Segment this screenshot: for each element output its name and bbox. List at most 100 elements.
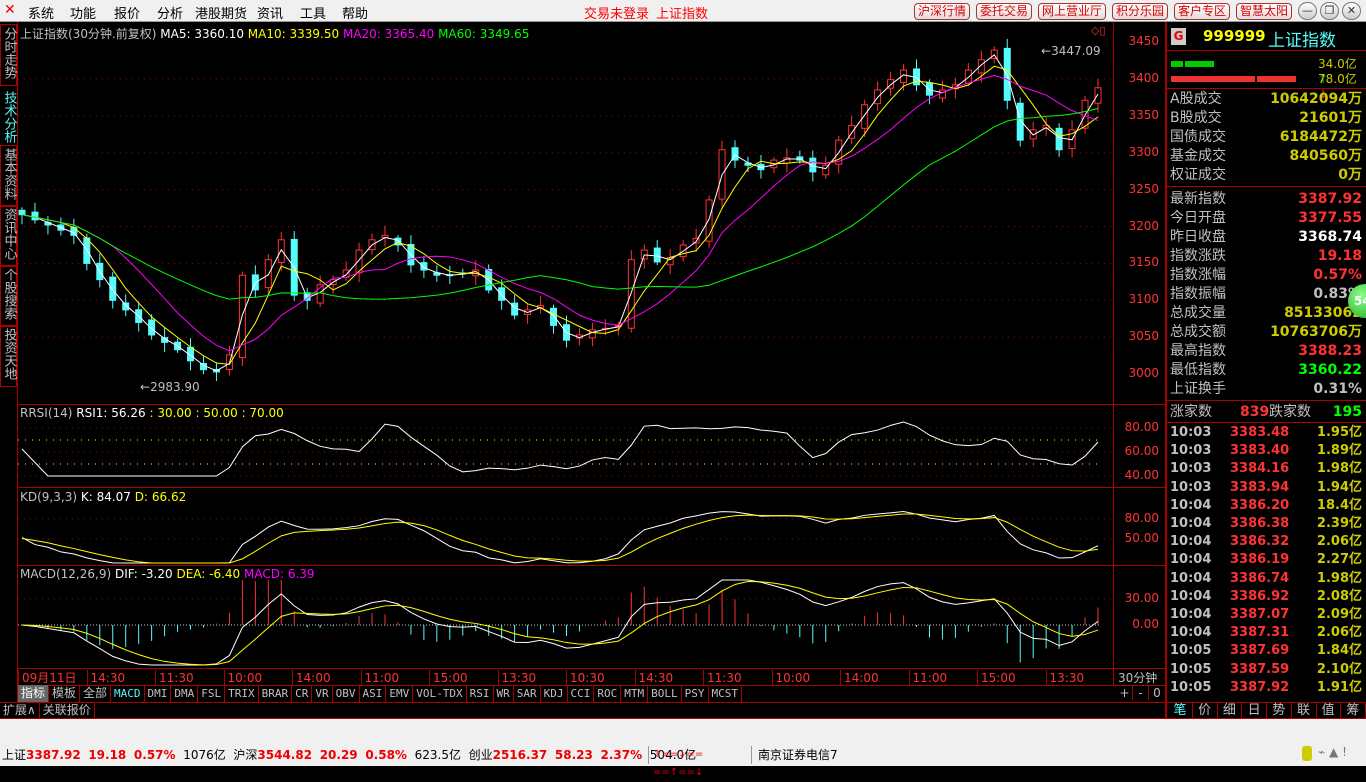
indicator-tab[interactable]: WR (494, 685, 514, 702)
indicator-tab[interactable]: KDJ (541, 685, 568, 702)
volume-value: 840560万 (1289, 148, 1362, 164)
tick-row: 10:04 3386.19 2.27亿 (1168, 551, 1364, 569)
time-axis-label: 15:00 (977, 670, 1016, 686)
index-name: 上证指数 (1268, 31, 1336, 51)
candle-up (1094, 87, 1102, 104)
indicator-tab[interactable]: RSI (467, 685, 494, 702)
stat-label: 最高指数 (1170, 343, 1226, 359)
sh-change: 19.18 (88, 748, 127, 762)
zoom-in-button[interactable]: + (1117, 686, 1133, 700)
indicator-tab[interactable]: MACD (111, 685, 145, 702)
up-count: 839 (1240, 404, 1270, 420)
indicator-axis-label: 80.00 (1124, 420, 1159, 434)
panel-tab[interactable]: 笔 (1168, 702, 1193, 719)
coin-icon[interactable] (1302, 746, 1312, 761)
candle-down (653, 247, 661, 263)
indicator-tab[interactable]: ROC (594, 685, 622, 702)
sell-bar (1257, 76, 1296, 82)
stat-value: 19.18 (1317, 248, 1362, 264)
panel-tab[interactable]: 势 (1267, 702, 1292, 719)
volume-row: B股成交 21601万 (1168, 109, 1364, 128)
time-axis-label: 11:00 (908, 670, 947, 686)
indicator-tab[interactable]: VR (312, 685, 333, 702)
candle-down (511, 302, 519, 316)
stat-value: 3388.23 (1298, 343, 1362, 359)
signal-icon: ⌁ ▲ ! (1318, 745, 1347, 759)
candle-up (964, 69, 972, 84)
indicator-tab[interactable]: VOL-TDX (413, 685, 467, 702)
tick-amount: 2.39亿 (1316, 516, 1362, 531)
indicator-tab[interactable]: OBV (333, 685, 360, 702)
price-axis-label: 3400 (1128, 70, 1159, 85)
volume-value: 10642094万 (1270, 91, 1362, 107)
tick-row: 10:03 3383.40 1.89亿 (1168, 442, 1364, 460)
panel-tab[interactable]: 细 (1217, 702, 1243, 719)
status-quotes: 上证3387.92 19.18 0.57% 1076亿 沪深3544.82 20… (2, 746, 696, 763)
indicator-tab[interactable]: FSL (198, 685, 226, 702)
indicator-tab[interactable]: SAR (514, 685, 541, 702)
panel-tab[interactable]: 日 (1242, 702, 1268, 719)
panel-tab[interactable]: 价 (1193, 702, 1218, 719)
panel-tab[interactable]: 筹 (1341, 702, 1366, 719)
indicator-tab[interactable]: 全部 (80, 685, 112, 702)
stat-value: 10763706万 (1270, 324, 1362, 340)
related-quotes-button[interactable]: 关联报价 (40, 703, 95, 718)
indicator-tab[interactable]: EMV (386, 685, 414, 702)
buy-bar (1185, 61, 1214, 67)
panel-tab[interactable]: 值 (1316, 702, 1342, 719)
indicator-tab[interactable]: TRIX (225, 685, 259, 702)
period-label[interactable]: 30分钟 (1118, 669, 1157, 686)
indicator-tab[interactable]: BRAR (259, 685, 293, 702)
indicator-tab[interactable]: MTM (621, 685, 649, 702)
tick-row: 10:05 3387.92 1.91亿 (1168, 679, 1364, 697)
tick-row: 10:04 3386.20 18.4亿 (1168, 497, 1364, 515)
indicator-tab[interactable]: CCI (568, 685, 595, 702)
indicator-tab[interactable]: BOLL (648, 685, 682, 702)
indicator-tab[interactable]: 模板 (49, 685, 81, 702)
tick-time: 10:05 (1170, 661, 1212, 677)
high-annotation: ←3447.09 (1041, 44, 1101, 58)
stat-label: 上证换手 (1170, 381, 1226, 397)
price-axis-label: 3300 (1128, 144, 1159, 159)
time-axis-label: 10:00 (771, 670, 810, 686)
tick-price: 3386.32 (1230, 534, 1290, 550)
indicator-tab[interactable]: ASI (360, 685, 387, 702)
sh-index[interactable]: 3387.92 (26, 748, 81, 762)
indicator-tab[interactable]: DMI (145, 685, 172, 702)
divider (1167, 88, 1366, 89)
low-annotation: ←2983.90 (140, 380, 200, 394)
volume-label: B股成交 (1170, 110, 1222, 126)
server-name[interactable]: 南京证券电信7 (758, 746, 838, 763)
zoom-out-button[interactable]: - (1133, 686, 1149, 700)
indicator-tab[interactable]: PSY (682, 685, 709, 702)
tick-amount: 2.06亿 (1316, 625, 1362, 641)
stat-row: 最低指数 3360.22 (1168, 361, 1364, 380)
stat-row: 总成交量 85133062 (1168, 304, 1364, 323)
stat-row: 最新指数 3387.92 (1168, 190, 1364, 209)
tick-price: 3384.16 (1230, 461, 1290, 477)
tick-price: 3386.19 (1230, 552, 1290, 568)
sell-bar (1171, 76, 1255, 82)
indicator-tab[interactable]: MCST (709, 685, 743, 702)
tick-row: 10:04 3386.74 1.98亿 (1168, 570, 1364, 588)
down-label: 跌家数 (1269, 404, 1311, 420)
panel-tab[interactable]: 联 (1292, 702, 1317, 719)
time-axis-label: 09月11日 (18, 670, 77, 686)
sz-index[interactable]: 3544.82 (257, 748, 312, 762)
tick-row: 10:04 3387.07 2.09亿 (1168, 606, 1364, 624)
tick-amount: 1.89亿 (1316, 443, 1362, 459)
cy-index[interactable]: 2516.37 (493, 748, 548, 762)
indicator-tab[interactable]: CR (292, 685, 313, 702)
candle-up (264, 259, 272, 289)
stat-label: 昨日收盘 (1170, 229, 1226, 245)
zoom-reset-button[interactable]: 0 (1149, 686, 1165, 700)
extend-button[interactable]: 扩展∧ (0, 703, 40, 718)
indicator-tab[interactable]: DMA (171, 685, 199, 702)
tick-amount: 2.27亿 (1316, 552, 1362, 568)
tick-row: 10:03 3383.48 1.95亿 (1168, 424, 1364, 442)
tick-row: 10:03 3384.16 1.98亿 (1168, 460, 1364, 478)
tick-amount: 1.98亿 (1316, 461, 1362, 477)
candle-up (861, 104, 869, 129)
indicator-tab[interactable]: 指标 (18, 685, 50, 702)
buy-bar (1171, 61, 1183, 67)
